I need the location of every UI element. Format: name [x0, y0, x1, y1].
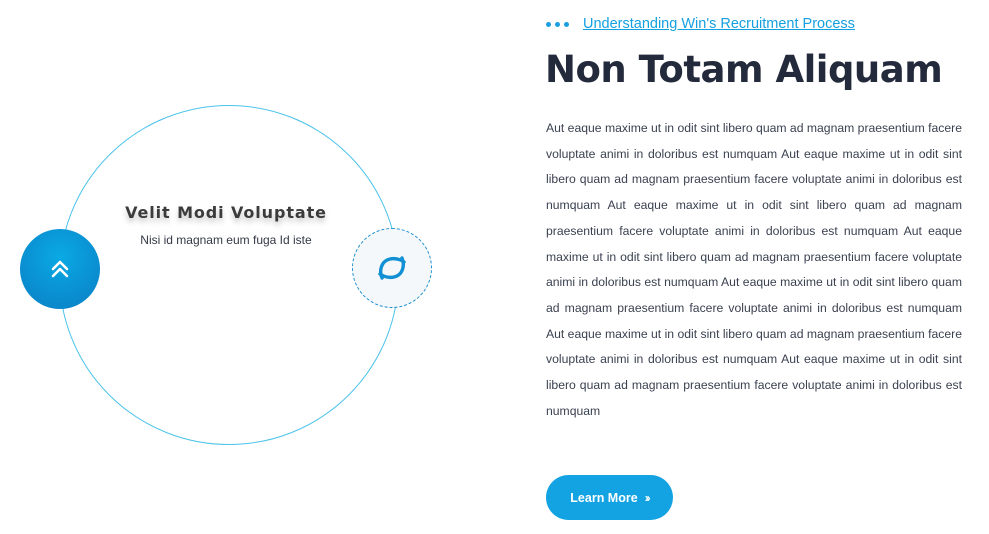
swirl-logo-icon [378, 256, 406, 280]
feature-subtitle: Nisi id magnam eum fuga Id iste [140, 233, 312, 247]
double-chevron-up-icon [51, 260, 69, 278]
learn-more-button[interactable]: Learn More ›› [546, 475, 673, 520]
orbit-circle [59, 105, 399, 445]
logo-badge [352, 228, 432, 308]
feature-title: Velit Modi Voluptate [125, 203, 327, 222]
learn-more-label: Learn More [570, 490, 638, 505]
double-chevron-right-icon: ›› [644, 490, 651, 505]
dots-decoration-icon [546, 21, 569, 27]
eyebrow: Understanding Win's Recruitment Process [546, 14, 855, 34]
recruitment-process-link[interactable]: Understanding Win's Recruitment Process [583, 16, 855, 32]
scroll-up-button[interactable] [20, 229, 100, 309]
section-heading: Non Totam Aliquam [545, 48, 943, 91]
section-paragraph: Aut eaque maxime ut in odit sint libero … [546, 121, 962, 418]
